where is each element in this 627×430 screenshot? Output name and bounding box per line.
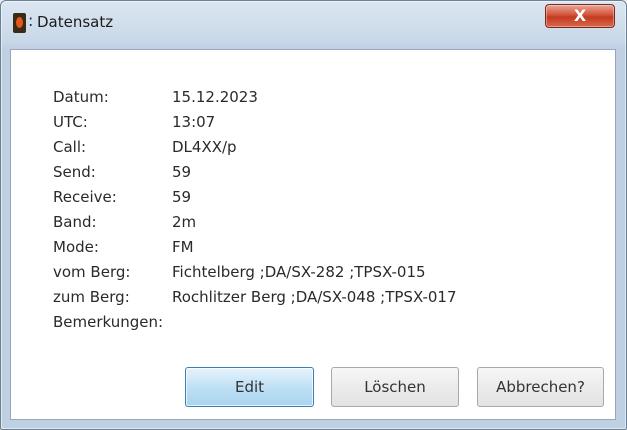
- field-value: 59: [172, 163, 192, 181]
- close-icon: X: [573, 6, 587, 25]
- app-icon: [13, 13, 26, 33]
- field-label: Receive:: [53, 188, 117, 206]
- cancel-button[interactable]: Abbrechen?: [477, 367, 604, 407]
- field-label: Bemerkungen:: [53, 313, 164, 331]
- field-label: Send:: [53, 163, 96, 181]
- field-value: 15.12.2023: [172, 88, 258, 106]
- field-label: UTC:: [53, 113, 88, 131]
- field-value: 2m: [172, 213, 197, 231]
- edit-button[interactable]: Edit: [185, 367, 314, 407]
- close-button[interactable]: X: [545, 4, 615, 28]
- delete-button[interactable]: Löschen: [331, 367, 459, 407]
- field-label: Band:: [53, 213, 97, 231]
- dialog-window: : Datensatz X Datum: 15.12.2023 UTC: 13:…: [0, 0, 627, 430]
- dialog-content: Datum: 15.12.2023 UTC: 13:07 Call: DL4XX…: [10, 49, 616, 420]
- field-value: 13:07: [172, 113, 216, 131]
- field-value: 59: [172, 188, 192, 206]
- field-value: FM: [172, 238, 194, 256]
- field-label: Call:: [53, 138, 87, 156]
- field-value: Rochlitzer Berg ;DA/SX-048 ;TPSX-017: [172, 288, 457, 306]
- field-value: DL4XX/p: [172, 138, 237, 156]
- field-label: Mode:: [53, 238, 99, 256]
- title-bar[interactable]: : Datensatz X: [1, 1, 626, 49]
- field-value: Fichtelberg ;DA/SX-282 ;TPSX-015: [172, 263, 426, 281]
- field-label: vom Berg:: [53, 263, 131, 281]
- field-label: Datum:: [53, 88, 109, 106]
- window-title: Datensatz: [37, 13, 114, 31]
- field-label: zum Berg:: [53, 288, 130, 306]
- title-separator: :: [28, 11, 34, 30]
